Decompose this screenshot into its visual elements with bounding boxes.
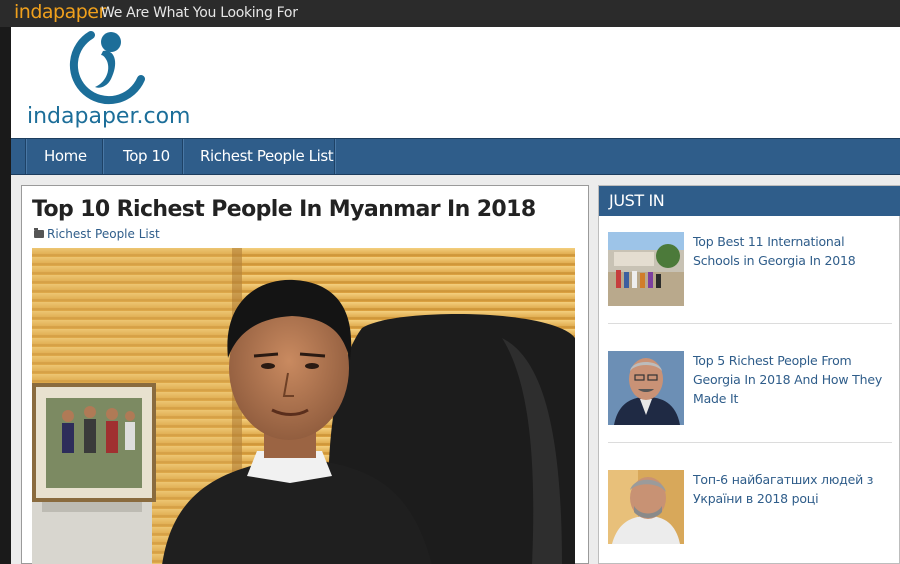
sidebar-post[interactable]: Top 5 Richest People From Georgia In 201… — [608, 351, 892, 451]
nav-separator — [334, 139, 336, 174]
sidebar-just-in: JUST IN Top Best 11 International School… — [598, 185, 900, 564]
portrait-photo — [32, 248, 575, 564]
sidebar-divider — [608, 323, 892, 324]
nav-separator — [102, 139, 104, 174]
nav-item-richest-people-list[interactable]: Richest People List — [200, 147, 334, 165]
sidebar-heading: JUST IN — [599, 186, 900, 216]
nav-separator — [25, 139, 27, 174]
site-brand[interactable]: indapaper — [14, 1, 106, 23]
logo-mark-icon — [69, 31, 145, 105]
top-bar: indapaper We Are What You Looking For — [0, 0, 900, 27]
article-hero-image[interactable] — [32, 248, 575, 564]
logo-text: indapaper.com — [27, 104, 191, 129]
post-thumbnail[interactable] — [608, 351, 684, 425]
site-header: indapaper.com — [11, 27, 900, 138]
school-photo — [608, 232, 684, 306]
sidebar-heading-text: JUST IN — [609, 191, 665, 210]
post-title-link[interactable]: Top 5 Richest People From Georgia In 201… — [693, 351, 893, 408]
nav-item-home[interactable]: Home — [44, 147, 87, 165]
site-tagline: We Are What You Looking For — [101, 5, 298, 21]
post-thumbnail[interactable] — [608, 470, 684, 544]
main-nav: Home Top 10 Richest People List — [11, 138, 900, 175]
post-thumbnail[interactable] — [608, 232, 684, 306]
sidebar-post[interactable]: Top Best 11 International Schools in Geo… — [608, 232, 892, 332]
ukrainian-businessman-photo — [608, 470, 684, 544]
category-link[interactable]: Richest People List — [47, 227, 160, 241]
sidebar-divider — [608, 442, 892, 443]
nav-item-top-10[interactable]: Top 10 — [123, 147, 170, 165]
businessman-photo — [608, 351, 684, 425]
post-title-link[interactable]: Топ-6 найбагатших людей з України в 2018… — [693, 470, 893, 508]
left-frame — [0, 27, 11, 564]
post-title-link[interactable]: Top Best 11 International Schools in Geo… — [693, 232, 893, 270]
article-title[interactable]: Top 10 Richest People In Myanmar In 2018 — [32, 197, 536, 222]
article-card: Top 10 Richest People In Myanmar In 2018… — [21, 185, 589, 564]
nav-separator — [182, 139, 184, 174]
sidebar-post[interactable]: Топ-6 найбагатших людей з України в 2018… — [608, 470, 892, 564]
folder-icon — [34, 228, 44, 238]
site-logo[interactable]: indapaper.com — [19, 27, 199, 137]
article-category: Richest People List — [34, 227, 160, 241]
